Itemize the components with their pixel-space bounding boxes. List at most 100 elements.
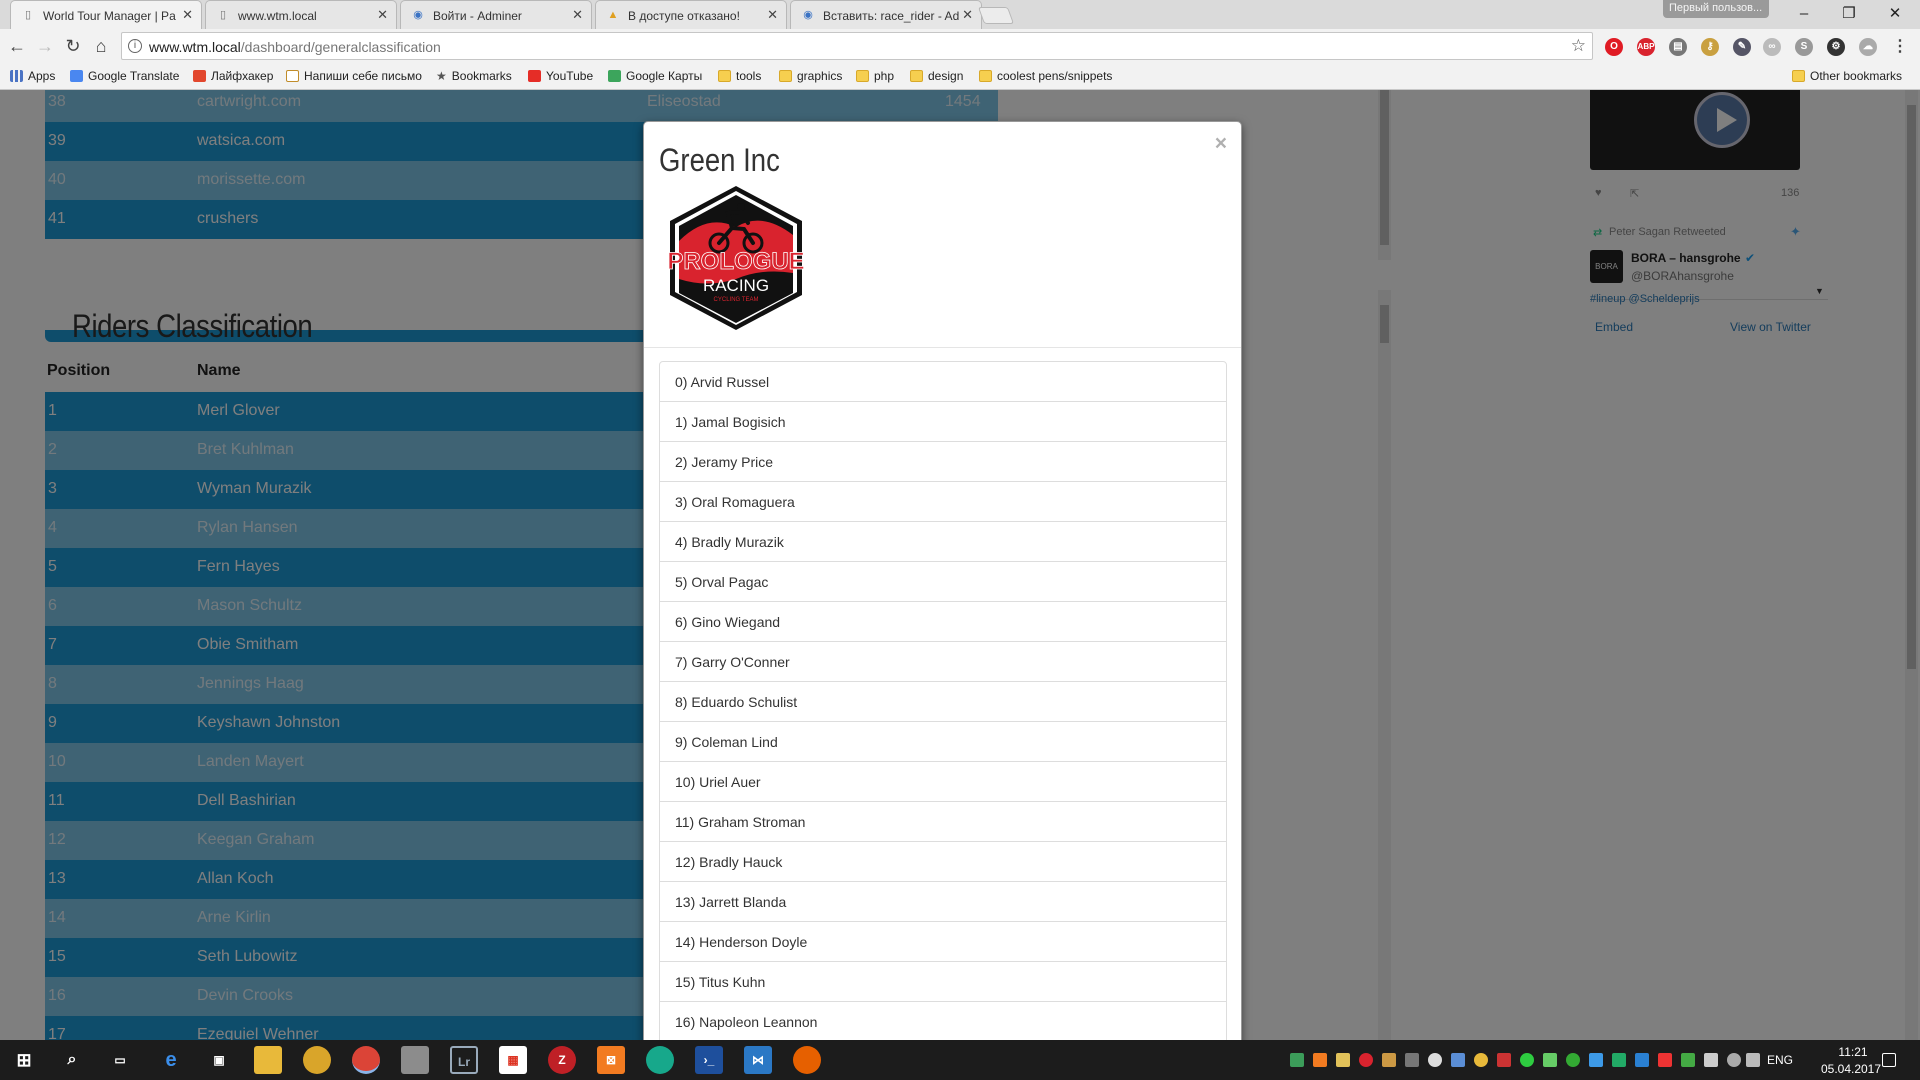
minimize-icon[interactable]: – — [1781, 2, 1827, 26]
close-tab-icon[interactable]: ✕ — [767, 7, 778, 23]
close-tab-icon[interactable]: ✕ — [182, 7, 193, 23]
lightroom-icon[interactable]: Lr — [450, 1046, 478, 1074]
bookmark-bookmarks[interactable]: ★ Bookmarks — [436, 69, 512, 83]
search-icon[interactable]: ⌕ — [58, 1046, 86, 1074]
tray-app-icon[interactable] — [1451, 1053, 1465, 1067]
tray-app-icon[interactable] — [1359, 1053, 1373, 1067]
clock-date[interactable]: 05.04.2017 — [1811, 1062, 1891, 1076]
reload-icon[interactable]: ↻ — [62, 35, 84, 57]
list-item[interactable]: 13) Jarrett Blanda — [659, 881, 1227, 922]
battery-icon[interactable] — [1704, 1053, 1718, 1067]
tab-wtm-local[interactable]: ▯ www.wtm.local ✕ — [205, 0, 397, 29]
tray-app-icon[interactable] — [1566, 1053, 1580, 1067]
xampp-tray-icon[interactable] — [1313, 1053, 1327, 1067]
gitkraken-icon[interactable] — [646, 1046, 674, 1074]
edge-icon[interactable]: e — [157, 1046, 185, 1074]
task-view-icon[interactable]: ▭ — [106, 1046, 134, 1074]
list-item[interactable]: 1) Jamal Bogisich — [659, 401, 1227, 442]
tray-app-icon[interactable] — [1474, 1053, 1488, 1067]
gear-icon[interactable]: ⚙ — [1827, 38, 1845, 56]
url-text[interactable]: www.wtm.local/dashboard/generalclassific… — [149, 39, 441, 55]
file-explorer-icon[interactable] — [254, 1046, 282, 1074]
list-item[interactable]: 14) Henderson Doyle — [659, 921, 1227, 962]
tray-app-icon[interactable] — [1382, 1053, 1396, 1067]
onedrive-icon[interactable] — [1428, 1053, 1442, 1067]
new-tab-button[interactable] — [977, 7, 1015, 24]
tab-world-tour-manager[interactable]: ▯ World Tour Manager | Pa ✕ — [10, 0, 202, 29]
list-item[interactable]: 6) Gino Wiegand — [659, 601, 1227, 642]
restore-icon[interactable]: ❐ — [1826, 2, 1872, 26]
close-icon[interactable]: × — [1215, 132, 1227, 156]
chrome-icon[interactable] — [352, 1046, 380, 1074]
info-icon[interactable]: i — [128, 39, 142, 53]
close-window-icon[interactable]: ✕ — [1872, 2, 1918, 26]
bookmark-google-maps[interactable]: Google Карты — [608, 69, 702, 83]
bluetooth-icon[interactable] — [1635, 1053, 1649, 1067]
tray-app-icon[interactable] — [1681, 1053, 1695, 1067]
notepad-icon[interactable] — [401, 1046, 429, 1074]
store-icon[interactable]: ▣ — [205, 1046, 233, 1074]
windows-start-icon[interactable]: ⊞ — [10, 1046, 38, 1074]
profile-button[interactable]: Первый пользов... — [1663, 0, 1769, 18]
xampp-icon[interactable]: ⊠ — [597, 1046, 625, 1074]
close-tab-icon[interactable]: ✕ — [377, 7, 388, 23]
bookmark-lifehacker[interactable]: Лайфхакер — [193, 69, 273, 83]
tray-app-icon[interactable] — [1405, 1053, 1419, 1067]
adblock-icon[interactable]: ABP — [1637, 38, 1655, 56]
s-extension-icon[interactable]: S — [1795, 38, 1813, 56]
dropbox-icon[interactable] — [1589, 1053, 1603, 1067]
forward-icon[interactable]: → — [34, 35, 56, 57]
tray-app-icon[interactable] — [1497, 1053, 1511, 1067]
tray-app-icon[interactable] — [1520, 1053, 1534, 1067]
list-item[interactable]: 2) Jeramy Price — [659, 441, 1227, 482]
powershell-icon[interactable]: ›_ — [695, 1046, 723, 1074]
notifications-icon[interactable] — [1882, 1053, 1896, 1067]
bookmark-folder-tools[interactable]: tools — [718, 69, 761, 83]
chrome-canary-icon[interactable] — [303, 1046, 331, 1074]
bookmark-other[interactable]: Other bookmarks — [1792, 69, 1902, 83]
opera-icon[interactable]: O — [1605, 38, 1623, 56]
list-item[interactable]: 9) Coleman Lind — [659, 721, 1227, 762]
firefox-icon[interactable] — [793, 1046, 821, 1074]
tab-adminer-login[interactable]: ◉ Войти - Adminer ✕ — [400, 0, 592, 29]
list-item[interactable]: 11) Graham Stroman — [659, 801, 1227, 842]
volume-icon[interactable] — [1746, 1053, 1760, 1067]
tray-app-icon[interactable] — [1336, 1053, 1350, 1067]
list-item[interactable]: 3) Oral Romaguera — [659, 481, 1227, 522]
list-item[interactable]: 5) Orval Pagac — [659, 561, 1227, 602]
bookmark-folder-graphics[interactable]: graphics — [779, 69, 842, 83]
tray-app-icon[interactable] — [1658, 1053, 1672, 1067]
bookmark-write-yourself[interactable]: Напиши себе письмо — [286, 69, 422, 83]
list-item[interactable]: 7) Garry O'Conner — [659, 641, 1227, 682]
wifi-icon[interactable] — [1727, 1053, 1741, 1067]
tab-adminer-insert[interactable]: ◉ Вставить: race_rider - Ad ✕ — [790, 0, 982, 29]
key-icon[interactable]: ⚷ — [1701, 38, 1719, 56]
clock-time[interactable]: 11:21 — [1818, 1045, 1888, 1059]
tray-app-icon[interactable] — [1543, 1053, 1557, 1067]
vscode-icon[interactable]: ⋈ — [744, 1046, 772, 1074]
filezilla-icon[interactable]: Z — [548, 1046, 576, 1074]
reader-icon[interactable]: ▤ — [1669, 38, 1687, 56]
address-bar[interactable]: i www.wtm.local/dashboard/generalclassif… — [121, 32, 1593, 60]
bookmark-google-translate[interactable]: Google Translate — [70, 69, 179, 83]
list-item[interactable]: 10) Uriel Auer — [659, 761, 1227, 802]
list-item[interactable]: 15) Titus Kuhn — [659, 961, 1227, 1002]
menu-icon[interactable]: ⋮ — [1891, 38, 1909, 56]
google-drive-icon[interactable] — [1290, 1053, 1304, 1067]
link-icon[interactable]: ∞ — [1763, 38, 1781, 56]
list-item[interactable]: 12) Bradly Hauck — [659, 841, 1227, 882]
bookmark-star-icon[interactable]: ☆ — [1571, 36, 1586, 56]
bookmark-apps[interactable]: Apps — [10, 69, 55, 83]
calculator-icon[interactable]: ▦ — [499, 1046, 527, 1074]
bookmark-folder-design[interactable]: design — [910, 69, 963, 83]
list-item[interactable]: 8) Eduardo Schulist — [659, 681, 1227, 722]
list-item[interactable]: 0) Arvid Russel — [659, 361, 1227, 402]
back-icon[interactable]: ← — [6, 35, 28, 57]
cloud-icon[interactable]: ☁ — [1859, 38, 1877, 56]
eyedropper-icon[interactable]: ✎ — [1733, 38, 1751, 56]
list-item[interactable]: 16) Napoleon Leannon — [659, 1001, 1227, 1040]
keyboard-language[interactable]: ENG — [1767, 1053, 1793, 1067]
list-item[interactable]: 4) Bradly Murazik — [659, 521, 1227, 562]
close-tab-icon[interactable]: ✕ — [962, 7, 973, 23]
bookmark-folder-coolest-pens[interactable]: coolest pens/snippets — [979, 69, 1112, 83]
